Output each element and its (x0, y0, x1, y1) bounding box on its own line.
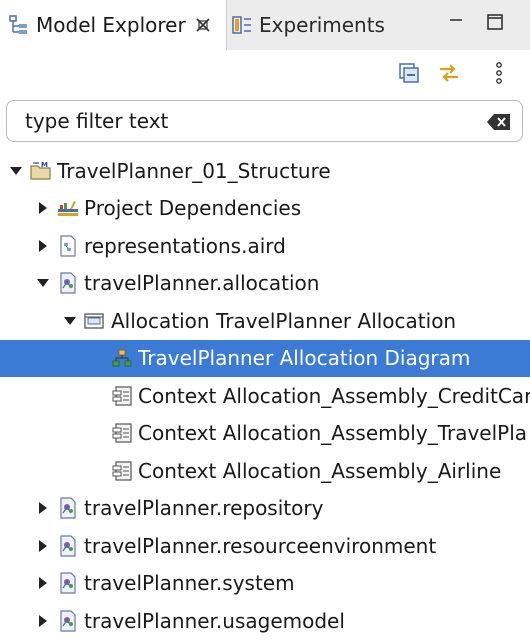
model-explorer-view: Model Explorer Experiments type filter t… (0, 0, 530, 641)
svg-text:M: M (41, 161, 48, 169)
tree-item[interactable]: Context Allocation_Assembly_Airline (0, 452, 530, 489)
close-icon[interactable] (195, 17, 211, 33)
filter-input[interactable] (25, 107, 465, 135)
view-menu-icon[interactable] (486, 60, 512, 86)
clear-icon[interactable] (486, 112, 512, 132)
collapsed-arrow-icon[interactable] (35, 238, 51, 254)
experiments-icon (231, 14, 253, 36)
aird-file-icon (57, 234, 79, 257)
view-toolbar (0, 50, 530, 96)
tree-item-label: Context Allocation_Assembly_Airline (138, 458, 502, 483)
library-icon (57, 197, 79, 219)
model-explorer-icon (8, 14, 30, 36)
collapsed-arrow-icon[interactable] (35, 500, 51, 516)
model-file-icon (57, 609, 79, 632)
tree-item[interactable]: Allocation TravelPlanner Allocation (0, 302, 530, 339)
tree-item[interactable]: Context Allocation_Assembly_TravelPla (0, 415, 530, 452)
tree-item-label: TravelPlanner Allocation Diagram (138, 346, 471, 370)
tree-item-label: Allocation TravelPlanner Allocation (111, 308, 457, 333)
tree-item-label: travelPlanner.system (84, 571, 295, 595)
tree-item[interactable]: travelPlanner.repository (0, 490, 530, 527)
project-folder-icon: M (30, 160, 52, 182)
tree-item-label: travelPlanner.usagemodel (84, 608, 345, 633)
tree-item-label: Project Dependencies (84, 196, 302, 220)
tree-item[interactable]: travelPlanner.system (0, 565, 530, 602)
tab-label: Model Explorer (36, 13, 186, 37)
expanded-arrow-icon[interactable] (8, 163, 24, 179)
allocation-icon (84, 310, 106, 332)
tab-experiments[interactable]: Experiments (227, 0, 417, 50)
context-icon (111, 460, 133, 482)
tree-item[interactable]: travelPlanner.resourceenvironment (0, 527, 530, 564)
filter-box (6, 100, 523, 142)
tree-item[interactable]: TravelPlanner Allocation Diagram (0, 339, 530, 377)
tree-item-label: TravelPlanner_01_Structure (57, 158, 331, 183)
tree-item[interactable]: travelPlanner.usagemodel (0, 602, 530, 639)
tree-item-label: representations.aird (84, 233, 286, 258)
collapse-all-icon[interactable] (396, 60, 422, 86)
tree-item-label: travelPlanner.repository (84, 496, 324, 520)
expanded-arrow-icon[interactable] (62, 313, 78, 329)
minimize-icon[interactable] (444, 10, 468, 34)
collapsed-arrow-icon[interactable] (35, 575, 51, 591)
model-file-icon (57, 497, 79, 519)
collapsed-arrow-icon[interactable] (35, 538, 51, 554)
tree-item[interactable]: representations.aird (0, 227, 530, 264)
tab-label: Experiments (259, 13, 385, 37)
diagram-icon (111, 347, 133, 369)
tab-model-explorer[interactable]: Model Explorer (0, 0, 227, 50)
tree-item[interactable]: M TravelPlanner_01_Structure (0, 152, 530, 189)
maximize-icon[interactable] (483, 10, 507, 34)
context-icon (111, 422, 133, 444)
tree-item-label: Context Allocation_Assembly_CreditCar (138, 383, 530, 408)
tree-item[interactable]: Context Allocation_Assembly_CreditCar (0, 377, 530, 414)
tree-item[interactable]: travelPlanner.allocation (0, 265, 530, 302)
tree-item[interactable]: Project Dependencies (0, 190, 530, 227)
collapsed-arrow-icon[interactable] (35, 200, 51, 216)
context-icon (111, 385, 133, 407)
tree-item-label: travelPlanner.resourceenvironment (84, 533, 437, 558)
collapsed-arrow-icon[interactable] (35, 613, 51, 629)
expanded-arrow-icon[interactable] (35, 275, 51, 291)
model-file-icon (57, 272, 79, 294)
link-with-editor-icon[interactable] (436, 60, 462, 86)
tree-item-label: Context Allocation_Assembly_TravelPla (138, 421, 528, 445)
model-file-icon (57, 572, 79, 594)
tree-item-label: travelPlanner.allocation (84, 271, 320, 295)
tab-bar: Model Explorer Experiments (0, 0, 530, 50)
model-file-icon (57, 534, 79, 557)
